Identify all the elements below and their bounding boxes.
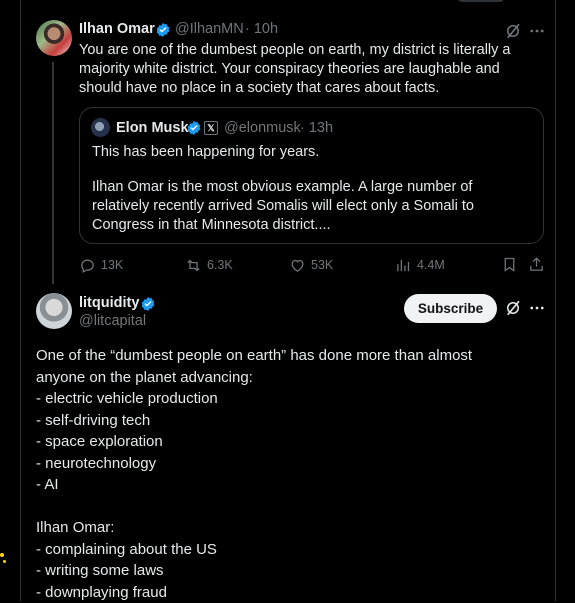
post-line: - writing some laws	[36, 560, 536, 582]
heart-icon	[289, 257, 306, 274]
grok-icon[interactable]	[504, 22, 522, 40]
quoted-tweet-line: This has been happening for years.	[92, 143, 532, 162]
quoted-author-handle: @elonmusk	[224, 120, 301, 136]
quoted-avatar	[91, 118, 110, 137]
avatar[interactable]	[36, 20, 72, 56]
quoted-timestamp: · 13h	[300, 120, 333, 136]
affiliate-badge-icon: 𝕏	[204, 121, 218, 135]
reply-post-text: One of the “dumbest people on earth” has…	[36, 345, 536, 603]
reply-count: 13K	[101, 258, 123, 272]
post-line: Ilhan Omar:	[36, 517, 536, 539]
avatar[interactable]	[36, 293, 72, 329]
top-button-edge[interactable]	[458, 0, 504, 2]
reply-author-handle[interactable]: @litcapital	[79, 313, 146, 329]
like-button[interactable]: 53K	[289, 256, 333, 274]
view-count: 4.4M	[417, 258, 445, 272]
post-line: - downplaying fraud	[36, 582, 536, 603]
reply-icon	[79, 257, 96, 274]
post-line: - electric vehicle production	[36, 388, 536, 410]
views-button[interactable]: 4.4M	[395, 256, 445, 274]
repost-button[interactable]: 6.3K	[185, 256, 233, 274]
repost-count: 6.3K	[207, 258, 233, 272]
verified-badge-icon	[140, 296, 156, 312]
timestamp[interactable]: · 10h	[245, 21, 278, 37]
indicator-dot	[3, 560, 6, 563]
post-line: - space exploration	[36, 431, 536, 453]
author-name[interactable]: Ilhan Omar	[79, 21, 155, 37]
views-icon	[395, 257, 412, 274]
bookmark-icon[interactable]	[501, 256, 518, 273]
more-icon[interactable]	[528, 22, 546, 40]
post-line: - AI	[36, 474, 536, 496]
post-line: - complaining about the US	[36, 539, 536, 561]
quoted-tweet-line: Ilhan Omar is the most obvious example. …	[92, 178, 532, 235]
grok-icon[interactable]	[504, 299, 522, 317]
post-line: One of the “dumbest people on earth” has…	[36, 345, 536, 367]
like-count: 53K	[311, 258, 333, 272]
post-line: - self-driving tech	[36, 410, 536, 432]
subscribe-button[interactable]: Subscribe	[404, 294, 497, 323]
more-icon[interactable]	[528, 299, 546, 317]
tweet-text: You are one of the dumbest people on ear…	[79, 41, 544, 98]
share-icon[interactable]	[528, 256, 545, 273]
verified-badge-icon	[155, 22, 171, 38]
post-line: - neurotechnology	[36, 453, 536, 475]
verified-badge-icon	[186, 120, 202, 136]
column-border-right	[555, 0, 556, 601]
thread-connector-line	[52, 62, 54, 284]
reply-author-name[interactable]: litquidity	[79, 295, 139, 311]
quoted-author-name: Elon Musk	[116, 120, 189, 136]
indicator-dot	[0, 553, 4, 557]
post-line	[36, 496, 536, 518]
right-gutter	[555, 0, 575, 601]
repost-icon	[185, 257, 202, 274]
author-handle[interactable]: @IlhanMN	[175, 21, 244, 37]
reply-button[interactable]: 13K	[79, 256, 123, 274]
column-border-left	[20, 0, 21, 601]
post-line: anyone on the planet advancing:	[36, 367, 536, 389]
left-gutter	[0, 0, 20, 601]
